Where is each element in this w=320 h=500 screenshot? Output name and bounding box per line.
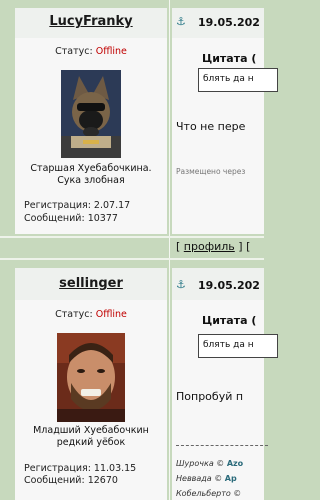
post2-date: 19.05.202 [198, 279, 260, 292]
sig-name: Шурочка [176, 459, 214, 468]
sig-name: Неввада [176, 474, 212, 483]
signature-line: Кобельберто © [176, 489, 241, 498]
rank-line: редкий уёбок [56, 437, 126, 448]
post1-links-row: [ профиль ] [ [176, 240, 250, 253]
post1-avatar [61, 70, 121, 158]
post1-msg-count: Сообщений: 10377 [24, 213, 118, 224]
sig-sep: © [214, 474, 223, 483]
sig-sep: © [233, 489, 242, 498]
sig-name: Кобельберто [176, 489, 231, 498]
post2-status: Статус: Offline [15, 309, 167, 320]
post1-quote-label: Цитата ( [202, 52, 257, 65]
post1-meta: Размещено через [176, 167, 246, 176]
status-label: Статус: [55, 309, 93, 320]
status-value: Offline [95, 46, 127, 57]
anchor-icon[interactable]: ⚓ [176, 15, 186, 28]
post1-status: Статус: Offline [15, 46, 167, 57]
bracket: [ [176, 240, 181, 253]
status-label: Статус: [55, 46, 93, 57]
rank-line: Сука злобная [57, 175, 125, 186]
post2-reg-date: Регистрация: 11.03.15 [24, 463, 137, 474]
rank-line: Младший Хуебабочкин [33, 425, 149, 436]
post2-rank: Младший Хуебабочкин редкий уёбок [15, 425, 167, 449]
post1-quote-box: блять да н [198, 68, 278, 92]
sig-author: Azo [226, 459, 244, 468]
post2-avatar [57, 333, 125, 422]
quote-text: блять да н [203, 340, 254, 350]
status-value: Offline [95, 309, 127, 320]
post2-text: Попробуй п [176, 390, 244, 403]
post2-username-link[interactable]: sellinger [15, 276, 167, 291]
signature-line: Неввада © Ар [176, 474, 237, 483]
signature-line: Шурочка © Azo [176, 459, 243, 468]
post1-reg-date: Регистрация: 2.07.17 [24, 200, 131, 211]
signature-divider [176, 445, 268, 446]
post2-msg-count: Сообщений: 12670 [24, 475, 118, 486]
post1-date: 19.05.202 [198, 16, 260, 29]
bracket: ] [ [238, 240, 251, 253]
post1-text: Что не пере [176, 120, 246, 133]
profile-link[interactable]: профиль [184, 240, 235, 253]
post2-quote-box: блять да н [198, 334, 278, 358]
post1-rank: Старшая Хуебабочкина. Сука злобная [15, 163, 167, 187]
anchor-icon[interactable]: ⚓ [176, 278, 186, 291]
post1-username-link[interactable]: LucyFranky [15, 14, 167, 29]
quote-text: блять да н [203, 74, 254, 84]
sig-sep: © [216, 459, 225, 468]
sig-author: Ар [224, 474, 237, 483]
rank-line: Старшая Хуебабочкина. [30, 163, 152, 174]
post2-quote-label: Цитата ( [202, 314, 257, 327]
